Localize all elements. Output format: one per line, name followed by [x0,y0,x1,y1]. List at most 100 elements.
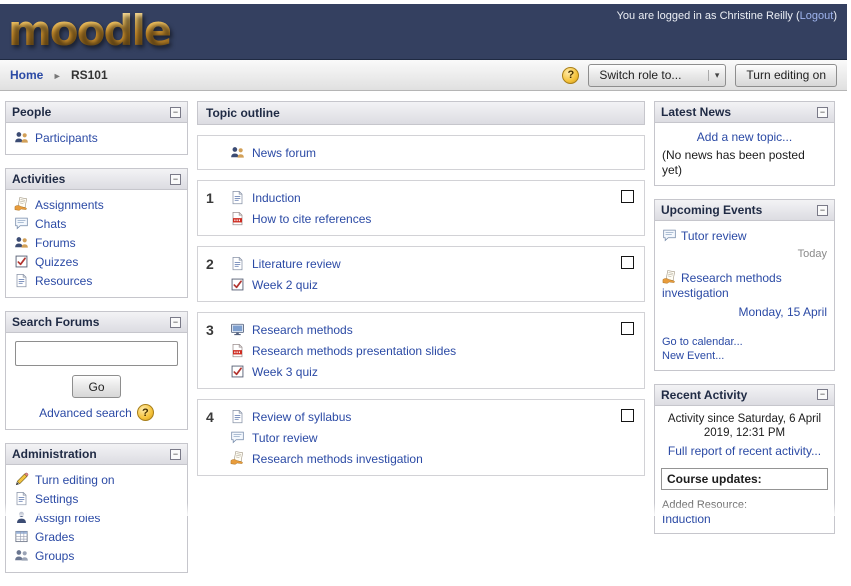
activity-row: Research methods investigation [230,448,613,469]
activity-link[interactable]: Induction [252,191,301,205]
assignment-icon [230,451,245,466]
activity-link[interactable]: Research methods presentation slides [252,344,456,358]
list-item: Groups [10,546,183,565]
turn-editing-on-button[interactable]: Turn editing on [735,63,837,87]
add-new-topic-link[interactable]: Add a new topic... [697,130,792,144]
collapse-icon[interactable]: − [170,316,181,328]
list-item: Participants [10,128,183,147]
calendar-links: Go to calendar... New Event... [659,335,830,363]
moodle-logo[interactable]: moodle [8,4,172,58]
topic-toggle-box[interactable] [621,190,634,203]
breadcrumb: Home ► RS101 [10,68,108,82]
logout-link[interactable]: Logout [800,10,834,22]
collapse-icon[interactable]: − [170,173,181,185]
section-number: 1 [206,190,214,206]
activity-row: Review of syllabus [230,406,613,427]
block-latest-news-header: Latest News − [655,102,834,123]
block-recent-activity-header: Recent Activity − [655,384,834,406]
collapse-icon[interactable]: − [817,204,828,216]
block-recent-activity-content: Activity since Saturday, 6 April 2019, 1… [655,406,834,533]
course-updates-heading: Course updates: [661,467,828,490]
breadcrumb-separator-icon: ► [52,71,62,81]
activity-row: Research methods [230,319,613,340]
activity-link[interactable]: Week 3 quiz [252,365,318,379]
groups-icon [14,548,29,563]
event-date-link[interactable]: Monday, 15 April [739,305,828,319]
resources-link[interactable]: Resources [35,274,92,288]
block-title: Upcoming Events [661,203,763,217]
pdf-icon [230,343,245,358]
topic-section-1: 1 Induction How to cite references [197,180,645,236]
activity-link[interactable]: How to cite references [252,212,371,226]
block-search-forums-header: Search Forums − [6,312,187,333]
activity-row: How to cite references [230,208,613,229]
topic-toggle-box[interactable] [621,256,634,269]
activity-row: News forum [230,142,613,163]
block-people: People − Participants [5,101,188,155]
block-title: Administration [12,447,97,461]
breadcrumb-home-link[interactable]: Home [10,68,43,82]
help-icon[interactable]: ? [136,404,154,421]
switch-role-select[interactable]: Switch role to... ▾ [588,63,727,87]
activity-row: Literature review [230,253,613,274]
block-activities-content: Assignments Chats Forums Quizzes Resourc… [6,190,187,297]
pencil-icon [14,472,29,487]
assign-roles-link[interactable]: Assign roles [35,511,100,525]
collapse-icon[interactable]: − [170,448,181,460]
settings-link[interactable]: Settings [35,492,78,506]
right-column: Latest News − Add a new topic... (No new… [654,101,835,547]
added-resource-link[interactable]: Induction [662,512,711,526]
section-items: Review of syllabus Tutor review Research… [230,406,613,469]
collapse-icon[interactable]: − [817,106,828,118]
activity-link[interactable]: Research methods investigation [252,452,423,466]
activity-link[interactable]: Research methods [252,323,353,337]
quizzes-link[interactable]: Quizzes [35,255,78,269]
forums-link[interactable]: Forums [35,236,76,250]
activity-row: Week 2 quiz [230,274,613,295]
list-item: Chats [10,214,183,233]
list-item: Resources [10,271,183,290]
groups-link[interactable]: Groups [35,549,74,563]
help-icon[interactable]: ? [562,66,580,84]
chat-icon [14,216,29,231]
chats-link[interactable]: Chats [35,217,66,231]
topic-toggle-box[interactable] [621,322,634,335]
event-link[interactable]: Tutor review [681,229,747,243]
quiz-icon [230,277,245,292]
go-button[interactable]: Go [72,375,121,398]
activity-link[interactable]: Literature review [252,257,341,271]
turn-editing-on-link[interactable]: Turn editing on [35,473,115,487]
list-item: Forums [10,233,183,252]
quiz-icon [14,254,29,269]
collapse-icon[interactable]: − [817,389,828,401]
section-items: Induction How to cite references [230,187,613,229]
block-upcoming-events: Upcoming Events − Tutor review Today Res… [654,199,835,371]
list-item: Grades [10,527,183,546]
activity-link[interactable]: News forum [252,146,316,160]
pdf-icon [230,211,245,226]
event-link[interactable]: Research methods investigation [662,271,782,301]
chat-icon [230,430,245,445]
activity-link[interactable]: Week 2 quiz [252,278,318,292]
go-to-calendar-link[interactable]: Go to calendar... [662,336,743,348]
assignments-link[interactable]: Assignments [35,198,104,212]
section-number: 2 [206,256,214,272]
participants-link[interactable]: Participants [35,131,98,145]
grades-link[interactable]: Grades [35,530,74,544]
activity-since-text: Activity since Saturday, 6 April 2019, 1… [667,412,822,440]
collapse-icon[interactable]: − [170,106,181,118]
advanced-search-link[interactable]: Advanced search [39,406,132,420]
forum-icon [230,145,245,160]
block-administration-header: Administration − [6,444,187,465]
new-event-link[interactable]: New Event... [662,350,724,362]
activity-link[interactable]: Review of syllabus [252,410,351,424]
activity-link[interactable]: Tutor review [252,431,318,445]
search-forums-input[interactable] [15,341,178,366]
left-column: People − Participants Activities − Assig… [5,101,188,586]
chevron-down-icon: ▾ [707,69,719,81]
advanced-search-wrap: Advanced search ? [10,404,183,421]
topic-toggle-box[interactable] [621,409,634,422]
page-icon [230,409,245,424]
full-report-link[interactable]: Full report of recent activity... [668,444,821,458]
slides-icon [230,322,245,337]
